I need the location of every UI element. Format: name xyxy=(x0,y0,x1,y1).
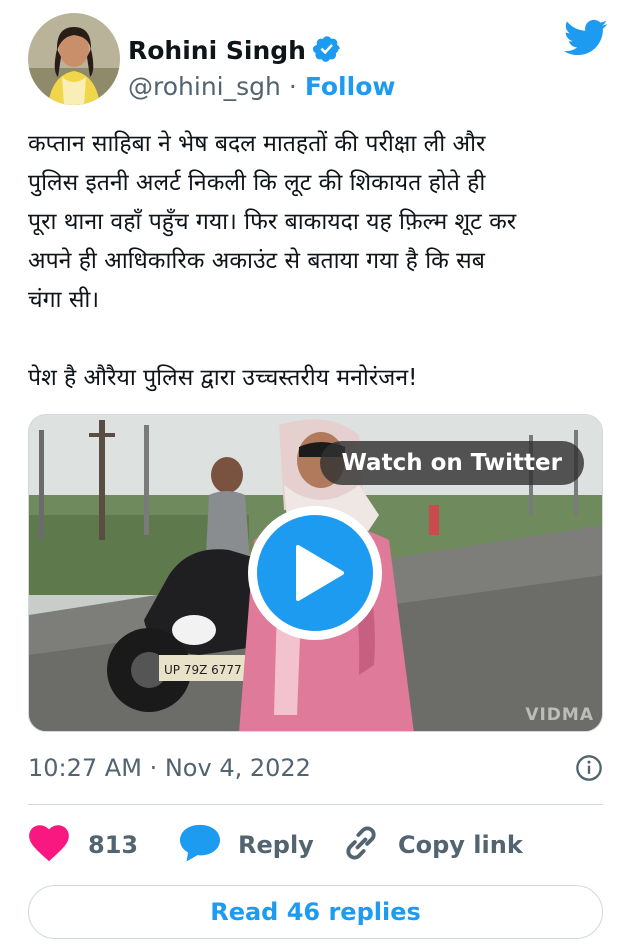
read-replies-button[interactable]: Read 46 replies xyxy=(28,885,603,939)
license-plate: UP 79Z 6777 xyxy=(164,663,242,677)
tweet-meta: 10:27 AM · Nov 4, 2022 xyxy=(28,750,603,786)
author-name[interactable]: Rohini Singh xyxy=(128,36,306,66)
separator-dot: · xyxy=(288,72,297,101)
reply-label: Reply xyxy=(238,831,314,859)
reply-button[interactable]: Reply xyxy=(178,820,314,870)
author-handle-row: @rohini_sgh · Follow xyxy=(128,71,395,103)
video-thumbnail[interactable]: UP 79Z 6777 Watch on Twitter VIDMA xyxy=(28,414,603,732)
play-button[interactable] xyxy=(248,506,382,640)
play-icon xyxy=(296,545,344,601)
like-button[interactable]: 813 xyxy=(28,820,138,870)
like-count: 813 xyxy=(88,831,139,859)
author-handle[interactable]: @rohini_sgh xyxy=(128,71,281,103)
divider xyxy=(28,804,603,805)
avatar[interactable] xyxy=(28,13,120,105)
copy-link-button[interactable]: Copy link xyxy=(340,820,523,870)
play-button-circle xyxy=(257,515,373,631)
action-bar: 813 Reply Copy link xyxy=(28,820,603,870)
tweet-time[interactable]: 10:27 AM xyxy=(28,754,142,782)
tweet-header: Rohini Singh @rohini_sgh · Follow xyxy=(28,13,608,105)
video-watermark: VIDMA xyxy=(525,705,594,725)
heart-icon xyxy=(28,824,88,866)
meta-separator: · xyxy=(149,754,158,782)
copy-link-label: Copy link xyxy=(398,831,523,859)
speech-bubble-icon xyxy=(178,823,238,867)
watch-on-twitter-button[interactable]: Watch on Twitter xyxy=(319,441,584,485)
verified-badge-icon xyxy=(306,34,342,68)
tweet-text: कप्तान साहिबा ने भेष बदल मातहतों की परीक… xyxy=(28,131,517,391)
tweet-date[interactable]: Nov 4, 2022 xyxy=(165,754,311,782)
link-icon xyxy=(340,822,398,868)
follow-button[interactable]: Follow xyxy=(305,71,396,103)
author-name-row: Rohini Singh xyxy=(128,34,342,68)
